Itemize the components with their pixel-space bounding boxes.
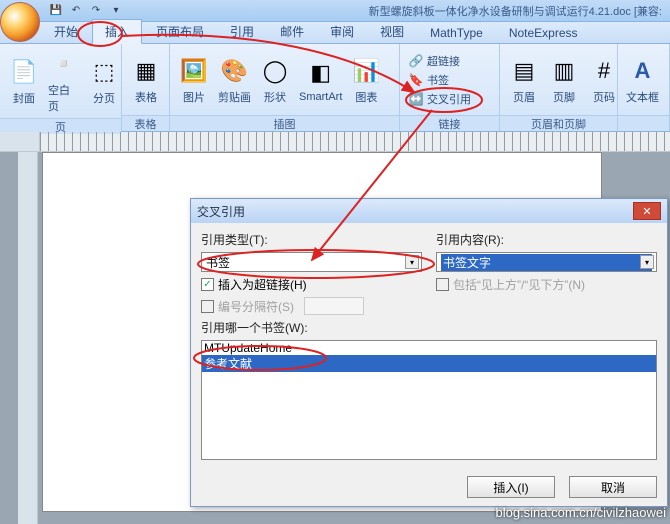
cancel-button[interactable]: 取消	[569, 476, 657, 498]
tab-review[interactable]: 审阅	[318, 20, 366, 43]
smartart-icon: ◧	[305, 57, 337, 89]
page-break-icon: ⬚	[88, 56, 120, 88]
bookmark-listbox[interactable]: MTUpdateHome 参考文献	[201, 340, 657, 460]
chevron-down-icon: ▾	[640, 255, 654, 269]
tab-mailings[interactable]: 邮件	[268, 20, 316, 43]
hyperlink-button[interactable]: 🔗超链接	[406, 52, 473, 70]
number-separator-checkbox	[201, 300, 214, 313]
picture-button[interactable]: 🖼️图片	[176, 53, 212, 107]
table-icon: ▦	[130, 55, 162, 87]
shapes-button[interactable]: ◯形状	[257, 53, 293, 107]
group-headerfooter-label: 页眉和页脚	[500, 115, 617, 131]
insert-button[interactable]: 插入(I)	[467, 476, 555, 498]
cover-page-icon: 📄	[8, 56, 40, 88]
footer-button[interactable]: ▥页脚	[546, 53, 582, 107]
ruler-vertical	[18, 152, 38, 524]
document-title: 新型螺旋斜板一体化净水设备研制与调试运行4.21.doc [兼容:	[128, 3, 670, 19]
tab-mathtype[interactable]: MathType	[418, 23, 495, 43]
textbox-icon: A	[627, 55, 659, 87]
tab-noteexpress[interactable]: NoteExpress	[497, 23, 590, 43]
group-illustrations-label: 插图	[170, 115, 399, 131]
shapes-icon: ◯	[259, 55, 291, 87]
chart-button[interactable]: 📊图表	[348, 53, 384, 107]
which-bookmark-label: 引用哪一个书签(W):	[201, 319, 657, 336]
footer-icon: ▥	[548, 55, 580, 87]
clipart-button[interactable]: 🎨剪贴画	[216, 53, 253, 107]
table-button[interactable]: ▦表格	[128, 53, 164, 107]
header-button[interactable]: ▤页眉	[506, 53, 542, 107]
insert-as-hyperlink-checkbox[interactable]: ✓	[201, 278, 214, 291]
chevron-down-icon: ▾	[405, 255, 419, 269]
reference-type-select[interactable]: 书签 ▾	[201, 252, 422, 272]
dialog-close-button[interactable]: ✕	[633, 202, 661, 220]
textbox-button[interactable]: A文本框	[624, 53, 661, 107]
tab-view[interactable]: 视图	[368, 20, 416, 43]
tab-insert[interactable]: 插入	[92, 19, 142, 44]
cross-reference-button[interactable]: ↔️交叉引用	[406, 90, 473, 108]
cross-reference-icon: ↔️	[408, 91, 424, 107]
group-tables-label: 表格	[122, 115, 169, 131]
tab-home[interactable]: 开始	[42, 20, 90, 43]
ribbon: 📄封面 ▫️空白页 ⬚分页 页 ▦表格 表格 🖼️图片 🎨剪贴画 ◯形状 ◧Sm…	[0, 44, 670, 132]
office-button[interactable]	[0, 2, 40, 42]
insert-as-hyperlink-label: 插入为超链接(H)	[218, 276, 307, 293]
hyperlink-icon: 🔗	[408, 53, 424, 69]
cross-reference-dialog: 交叉引用 ✕ 引用类型(T): 引用内容(R): 书签 ▾ 书签文字 ▾ ✓ 插…	[190, 198, 668, 507]
blank-page-icon: ▫️	[48, 48, 80, 80]
reference-content-label: 引用内容(R):	[436, 231, 657, 248]
group-text-label	[618, 115, 669, 131]
number-separator-input	[304, 297, 364, 315]
bookmark-icon: 🔖	[408, 72, 424, 88]
page-number-icon: #	[588, 55, 620, 87]
blank-page-button[interactable]: ▫️空白页	[46, 46, 82, 116]
clipart-icon: 🎨	[219, 55, 251, 87]
list-item[interactable]: MTUpdateHome	[202, 341, 656, 355]
page-break-button[interactable]: ⬚分页	[86, 54, 122, 108]
include-above-below-label: 包括“见上方”/“见下方”(N)	[453, 276, 585, 293]
chart-icon: 📊	[350, 55, 382, 87]
dialog-title: 交叉引用	[197, 203, 245, 220]
number-separator-label: 编号分隔符(S)	[218, 298, 294, 315]
header-icon: ▤	[508, 55, 540, 87]
list-item[interactable]: 参考文献	[202, 355, 656, 372]
tab-references[interactable]: 引用	[218, 20, 266, 43]
reference-content-select[interactable]: 书签文字 ▾	[436, 252, 657, 272]
tab-page-layout[interactable]: 页面布局	[144, 20, 216, 43]
qat-undo-icon[interactable]: ↶	[68, 3, 84, 19]
qat-more-icon[interactable]: ▾	[108, 3, 124, 19]
qat-save-icon[interactable]: 💾	[48, 3, 64, 19]
group-links-label: 链接	[400, 115, 499, 131]
qat-redo-icon[interactable]: ↷	[88, 3, 104, 19]
cover-page-button[interactable]: 📄封面	[6, 54, 42, 108]
include-above-below-checkbox	[436, 278, 449, 291]
ribbon-tabs: 开始 插入 页面布局 引用 邮件 审阅 视图 MathType NoteExpr…	[0, 22, 670, 44]
picture-icon: 🖼️	[178, 55, 210, 87]
page-number-button[interactable]: #页码	[586, 53, 622, 107]
ruler-horizontal	[0, 132, 670, 152]
watermark: blog.sina.com.cn/civilzhaowei	[495, 505, 666, 520]
bookmark-button[interactable]: 🔖书签	[406, 71, 473, 89]
smartart-button[interactable]: ◧SmartArt	[297, 55, 344, 105]
reference-type-label: 引用类型(T):	[201, 231, 422, 248]
